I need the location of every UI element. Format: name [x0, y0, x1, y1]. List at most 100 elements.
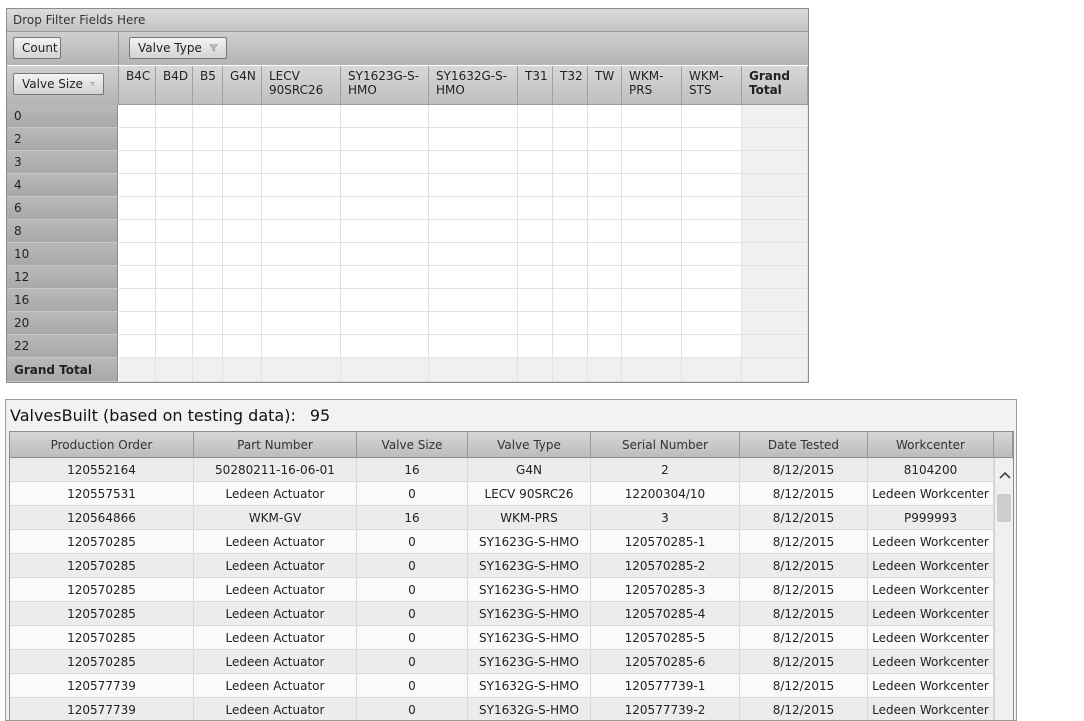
pivot-cell[interactable] — [518, 266, 553, 289]
table-row[interactable]: 120570285 Ledeen Actuator 0 SY1623G-S-HMO 12… — [10, 554, 994, 578]
pivot-cell[interactable] — [518, 312, 553, 335]
pivot-cell[interactable] — [742, 243, 808, 266]
pivot-cell[interactable] — [553, 243, 588, 266]
pivot-cell[interactable] — [156, 312, 193, 335]
scrollbar-thumb[interactable] — [997, 494, 1011, 522]
pivot-cell[interactable] — [119, 312, 156, 335]
pivot-cell[interactable] — [119, 197, 156, 220]
pivot-cell[interactable] — [518, 335, 553, 358]
pivot-cell[interactable] — [588, 266, 622, 289]
pivot-cell[interactable] — [518, 243, 553, 266]
pivot-cell[interactable] — [119, 220, 156, 243]
pivot-cell[interactable] — [223, 358, 262, 382]
pivot-cell[interactable] — [429, 358, 518, 382]
pivot-cell[interactable] — [553, 335, 588, 358]
pivot-cell[interactable] — [518, 105, 553, 128]
pivot-cell[interactable] — [262, 289, 341, 312]
pivot-cell[interactable] — [119, 174, 156, 197]
table-row[interactable]: 120570285 Ledeen Actuator 0 SY1623G-S-HMO 12… — [10, 650, 994, 674]
table-row[interactable]: 120570285 Ledeen Actuator 0 SY1623G-S-HMO 12… — [10, 626, 994, 650]
valve-type-field-button[interactable]: Valve Type — [129, 37, 227, 59]
pivot-cell[interactable] — [742, 335, 808, 358]
pivot-cell[interactable] — [588, 151, 622, 174]
pivot-cell[interactable] — [262, 243, 341, 266]
column-header[interactable]: WKM-STS — [682, 66, 742, 105]
pivot-cell[interactable] — [742, 174, 808, 197]
table-row[interactable]: 120564866 WKM-GV 16 WKM-PRS 3 8/12/2015 P99999… — [10, 506, 994, 530]
column-header[interactable]: TW — [588, 66, 622, 105]
pivot-cell[interactable] — [682, 312, 742, 335]
pivot-cell[interactable] — [682, 197, 742, 220]
column-header[interactable]: WKM-PRS — [622, 66, 682, 105]
column-header-part-number[interactable]: Part Number — [194, 432, 357, 458]
pivot-cell[interactable] — [156, 197, 193, 220]
pivot-cell[interactable] — [156, 266, 193, 289]
pivot-cell[interactable] — [553, 220, 588, 243]
pivot-cell[interactable] — [553, 174, 588, 197]
row-header[interactable]: 8 — [7, 220, 118, 243]
count-field-button[interactable]: Count — [13, 37, 61, 59]
pivot-cell[interactable] — [682, 289, 742, 312]
pivot-cell[interactable] — [622, 335, 682, 358]
column-header[interactable]: SY1632G-S-HMO — [429, 66, 518, 105]
pivot-cell[interactable] — [588, 197, 622, 220]
pivot-cell[interactable] — [518, 197, 553, 220]
pivot-cell[interactable] — [553, 289, 588, 312]
pivot-cell[interactable] — [193, 105, 223, 128]
pivot-cell[interactable] — [553, 128, 588, 151]
pivot-cell[interactable] — [588, 220, 622, 243]
pivot-cell[interactable] — [682, 151, 742, 174]
pivot-cell[interactable] — [588, 105, 622, 128]
table-row[interactable]: 120570285 Ledeen Actuator 0 SY1623G-S-HMO 12… — [10, 530, 994, 554]
pivot-cell[interactable] — [262, 128, 341, 151]
column-header-date-tested[interactable]: Date Tested — [740, 432, 868, 458]
pivot-cell[interactable] — [193, 197, 223, 220]
pivot-cell[interactable] — [119, 151, 156, 174]
pivot-cell[interactable] — [622, 266, 682, 289]
pivot-cell[interactable] — [682, 358, 742, 382]
scroll-up-button[interactable] — [995, 458, 1013, 492]
pivot-cell[interactable] — [341, 197, 429, 220]
grand-total-column-header[interactable]: Grand Total — [742, 66, 808, 105]
pivot-cell[interactable] — [223, 289, 262, 312]
row-header[interactable]: 3 — [7, 151, 118, 174]
pivot-cell[interactable] — [588, 128, 622, 151]
pivot-cell[interactable] — [682, 105, 742, 128]
pivot-cell[interactable] — [588, 335, 622, 358]
row-header[interactable]: 16 — [7, 289, 118, 312]
pivot-cell[interactable] — [341, 174, 429, 197]
pivot-cell[interactable] — [742, 289, 808, 312]
pivot-cell[interactable] — [156, 289, 193, 312]
pivot-cell[interactable] — [429, 105, 518, 128]
pivot-cell[interactable] — [742, 197, 808, 220]
pivot-cell[interactable] — [193, 174, 223, 197]
table-row[interactable]: 120570285 Ledeen Actuator 0 SY1623G-S-HMO 12… — [10, 578, 994, 602]
pivot-cell[interactable] — [119, 358, 156, 382]
pivot-cell[interactable] — [682, 335, 742, 358]
row-header[interactable]: 0 — [7, 105, 118, 128]
pivot-cell[interactable] — [341, 105, 429, 128]
pivot-cell[interactable] — [341, 128, 429, 151]
pivot-cell[interactable] — [223, 243, 262, 266]
pivot-cell[interactable] — [553, 358, 588, 382]
pivot-cell[interactable] — [223, 312, 262, 335]
pivot-cell[interactable] — [742, 358, 808, 382]
column-header[interactable]: T31 — [518, 66, 553, 105]
pivot-cell[interactable] — [193, 243, 223, 266]
pivot-cell[interactable] — [262, 220, 341, 243]
pivot-cell[interactable] — [518, 220, 553, 243]
pivot-cell[interactable] — [262, 358, 341, 382]
pivot-cell[interactable] — [156, 105, 193, 128]
funnel-icon[interactable] — [89, 78, 95, 90]
pivot-cell[interactable] — [341, 151, 429, 174]
table-row[interactable]: 120552164 50280211-16-06-01 16 G4N 2 8/12/201… — [10, 458, 994, 482]
pivot-cell[interactable] — [622, 197, 682, 220]
pivot-cell[interactable] — [588, 289, 622, 312]
pivot-cell[interactable] — [553, 105, 588, 128]
pivot-cell[interactable] — [429, 243, 518, 266]
data-field-area[interactable]: Count — [7, 32, 119, 65]
pivot-cell[interactable] — [223, 128, 262, 151]
pivot-cell[interactable] — [622, 358, 682, 382]
pivot-cell[interactable] — [742, 312, 808, 335]
valve-size-field-button[interactable]: Valve Size — [13, 73, 104, 95]
